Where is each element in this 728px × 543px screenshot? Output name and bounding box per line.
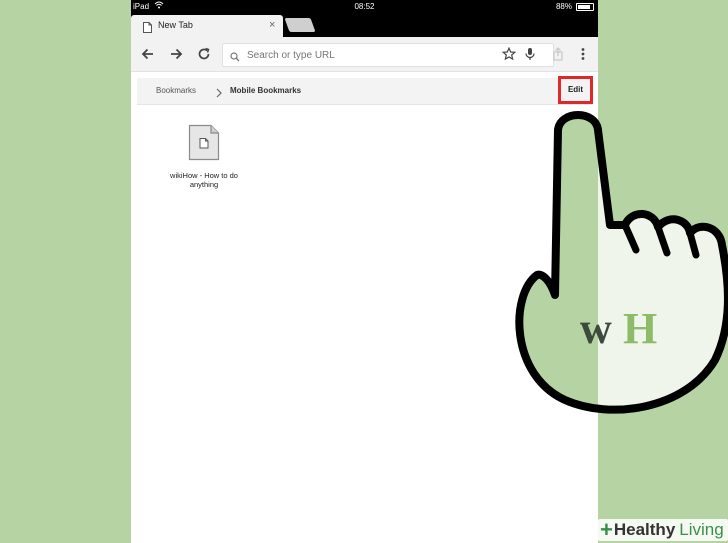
tab-close-icon[interactable]: × [269,19,275,31]
reload-icon[interactable] [195,45,213,63]
battery-percent: 88% [555,2,572,11]
forward-arrow-icon[interactable] [167,45,185,63]
page-icon [143,20,152,38]
chevron-right-icon [216,85,222,103]
status-time: 08:52 [354,2,375,11]
logo-w: w [580,304,612,353]
back-arrow-icon[interactable] [139,45,157,63]
logo-h: H [623,304,657,353]
tab-strip: New Tab × [131,13,598,37]
watermark-healthy: Healthy [613,520,676,539]
edit-button[interactable]: Edit [558,76,593,104]
new-tab-button[interactable] [284,18,316,32]
breadcrumb-bookmarks[interactable]: Bookmarks [156,86,196,95]
bookmark-item[interactable]: wikiHow - How to do anything [161,124,247,189]
share-icon[interactable] [549,45,567,63]
pointing-hand-overlay: w H [515,111,728,414]
browser-toolbar [131,37,598,72]
breadcrumb-mobile-bookmarks: Mobile Bookmarks [230,86,302,95]
microphone-icon[interactable] [524,47,536,66]
menu-dots-icon[interactable] [574,45,592,63]
search-icon [230,49,240,67]
watermark-living: Living [679,520,724,539]
watermark: + Healthy Living [598,519,728,541]
plus-icon: + [600,517,613,542]
document-icon [188,124,220,165]
url-input[interactable] [245,46,489,64]
omnibox[interactable] [222,43,554,67]
tab-title: New Tab [158,20,193,30]
bookmark-star-icon[interactable] [501,46,517,66]
breadcrumb: Bookmarks Mobile Bookmarks [137,78,592,105]
status-bar: iPad 08:52 88% [131,0,598,13]
tab-new-tab[interactable]: New Tab × [131,15,283,37]
bookmark-title: wikiHow - How to do anything [170,171,238,189]
battery-icon [576,3,594,11]
